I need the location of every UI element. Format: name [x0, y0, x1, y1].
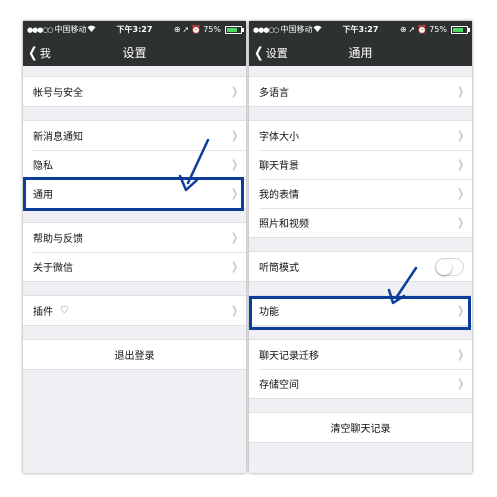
chevron-right-icon: ❯	[456, 377, 464, 390]
back-label: 设置	[265, 46, 288, 60]
general-item-label: 我的表情	[259, 190, 299, 201]
settings-item-label: 关于微信	[33, 263, 73, 274]
general-item-earpiece-mode: 听筒模式	[249, 252, 472, 281]
general-item-my-stickers[interactable]: 我的表情 ❯	[249, 179, 472, 208]
settings-item-label: 隐私	[33, 161, 53, 172]
status-bar: ●●●○○ 中国移动 下午3:27 ⊕ ➚ ⏰ 75%	[23, 21, 246, 39]
clear-chat-label: 清空聊天记录	[330, 424, 391, 435]
settings-group-plugins: 插件 ⛉ ❯	[23, 295, 246, 326]
location-icon: ➚	[408, 25, 416, 34]
rotation-lock-icon: ⊕	[173, 25, 181, 34]
settings-item-label: 帐号与安全	[33, 88, 83, 99]
general-item-font-size[interactable]: 字体大小 ❯	[249, 121, 472, 150]
navigation-bar: ❮ 设置 通用	[249, 39, 472, 66]
chevron-right-icon: ❯	[456, 216, 464, 229]
earpiece-mode-toggle[interactable]	[435, 257, 464, 276]
chevron-left-icon: ❮	[28, 44, 38, 61]
chevron-right-icon: ❯	[230, 231, 238, 244]
shield-icon: ⛉	[61, 305, 68, 316]
general-screen: ●●●○○ 中国移动 下午3:27 ⊕ ➚ ⏰ 75% ❮ 设置 通用 多语言 …	[249, 21, 472, 473]
settings-item-label: 新消息通知	[33, 132, 83, 143]
back-button[interactable]: ❮ 设置	[253, 39, 288, 66]
alarm-icon: ⏰	[417, 25, 428, 34]
alarm-icon: ⏰	[191, 25, 202, 34]
general-item-language[interactable]: 多语言 ❯	[249, 77, 472, 106]
general-item-label: 字体大小	[259, 132, 299, 143]
chevron-right-icon: ❯	[230, 304, 238, 317]
toggle-knob	[436, 258, 452, 275]
back-label: 我	[39, 46, 51, 60]
navigation-bar: ❮ 我 设置	[23, 39, 246, 66]
settings-item-about-wechat[interactable]: 关于微信 ❯	[23, 252, 246, 281]
general-group-language: 多语言 ❯	[249, 76, 472, 107]
logout-label: 退出登录	[114, 351, 155, 362]
chevron-right-icon: ❯	[456, 348, 464, 361]
status-bar: ●●●○○ 中国移动 下午3:27 ⊕ ➚ ⏰ 75%	[249, 21, 472, 39]
clear-chat-history-button[interactable]: 清空聊天记录	[249, 413, 472, 442]
battery-icon	[451, 26, 470, 34]
chevron-right-icon: ❯	[456, 85, 464, 98]
chevron-right-icon: ❯	[230, 129, 238, 142]
general-item-chat-migration[interactable]: 聊天记录迁移 ❯	[249, 340, 472, 369]
chevron-right-icon: ❯	[230, 260, 238, 273]
settings-group-account: 帐号与安全 ❯	[23, 76, 246, 107]
settings-item-notifications[interactable]: 新消息通知 ❯	[23, 121, 246, 150]
general-item-storage-space[interactable]: 存储空间 ❯	[249, 369, 472, 398]
general-item-label: 聊天记录迁移	[259, 351, 319, 362]
settings-screen: ●●●○○ 中国移动 下午3:27 ⊕ ➚ ⏰ 75% ❮ 我 设置 帐号与安全…	[23, 21, 246, 473]
general-group-storage: 聊天记录迁移 ❯ 存储空间 ❯	[249, 339, 472, 399]
chevron-right-icon: ❯	[456, 158, 464, 171]
battery-percent: 75%	[429, 25, 447, 34]
logout-button[interactable]: 退出登录	[23, 340, 246, 369]
general-group-earpiece: 听筒模式	[249, 251, 472, 282]
settings-item-account-security[interactable]: 帐号与安全 ❯	[23, 77, 246, 106]
chevron-left-icon: ❮	[254, 44, 264, 61]
battery-percent: 75%	[203, 25, 221, 34]
page-title: 设置	[122, 46, 147, 60]
location-icon: ➚	[182, 25, 190, 34]
logout-group: 退出登录	[23, 339, 246, 370]
chevron-right-icon: ❯	[230, 158, 238, 171]
settings-item-privacy[interactable]: 隐私 ❯	[23, 150, 246, 179]
general-item-label: 照片和视频	[259, 219, 309, 230]
settings-item-label: 帮助与反馈	[33, 234, 83, 245]
page-title: 通用	[348, 46, 373, 60]
general-item-chat-background[interactable]: 聊天背景 ❯	[249, 150, 472, 179]
back-button[interactable]: ❮ 我	[27, 39, 51, 66]
settings-item-plugins[interactable]: 插件 ⛉ ❯	[23, 296, 246, 325]
general-group-display: 字体大小 ❯ 聊天背景 ❯ 我的表情 ❯ 照片和视频 ❯	[249, 120, 472, 238]
settings-item-help-feedback[interactable]: 帮助与反馈 ❯	[23, 223, 246, 252]
clear-chat-group: 清空聊天记录	[249, 412, 472, 443]
chevron-right-icon: ❯	[456, 187, 464, 200]
general-item-photos-videos[interactable]: 照片和视频 ❯	[249, 208, 472, 237]
highlight-box-general	[23, 177, 244, 211]
rotation-lock-icon: ⊕	[399, 25, 407, 34]
general-item-label: 听筒模式	[259, 263, 299, 274]
chevron-right-icon: ❯	[230, 85, 238, 98]
chevron-right-icon: ❯	[456, 129, 464, 142]
battery-icon	[225, 26, 244, 34]
general-item-label: 存储空间	[259, 380, 299, 391]
general-item-label: 多语言	[259, 88, 289, 99]
settings-group-help: 帮助与反馈 ❯ 关于微信 ❯	[23, 222, 246, 282]
settings-item-label: 插件	[33, 307, 53, 318]
highlight-box-features	[249, 296, 471, 330]
general-item-label: 聊天背景	[259, 161, 299, 172]
